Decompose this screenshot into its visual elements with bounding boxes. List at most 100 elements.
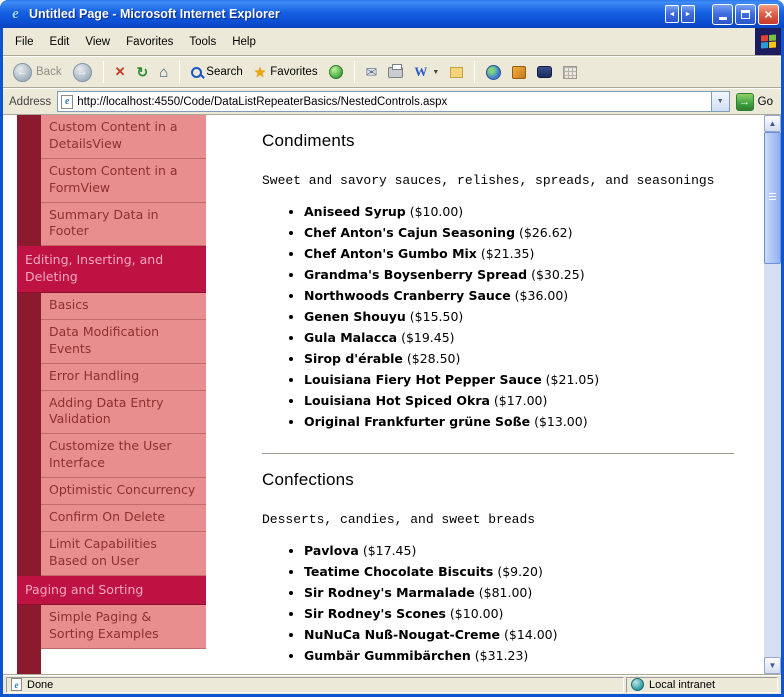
status-message-cell: e Done <box>6 676 624 693</box>
menu-help[interactable]: Help <box>224 32 264 52</box>
discuss-button[interactable] <box>446 65 467 80</box>
category-section: Condiments Sweet and savory sauces, reli… <box>262 115 734 429</box>
sidebar-item[interactable]: Adding Data Entry Validation <box>41 390 206 435</box>
print-button[interactable] <box>384 63 407 80</box>
refresh-button[interactable]: ↻ <box>132 62 152 83</box>
maximize-button[interactable] <box>735 3 756 25</box>
sidebar-item[interactable]: Basics <box>41 293 206 320</box>
product-name: Chef Anton's Gumbo Mix <box>304 246 477 261</box>
minimize-button[interactable] <box>712 3 733 25</box>
product-price: ($30.25) <box>527 267 585 282</box>
toolbar-separator <box>474 61 476 83</box>
sidebar-section-header[interactable]: Editing, Inserting, and Deleting <box>17 246 206 293</box>
product-price: ($21.35) <box>476 246 535 261</box>
stop-button[interactable]: ✕ <box>111 62 130 82</box>
category-title: Confections <box>262 470 354 489</box>
briefcase-button[interactable] <box>508 64 530 81</box>
category-description: Desserts, candies, and sweet breads <box>262 512 536 527</box>
grid-icon <box>563 65 578 79</box>
caption-arrow-right-button[interactable]: ► <box>681 5 695 23</box>
media-button[interactable] <box>325 63 347 81</box>
sidebar-item[interactable]: Customize the User Interface <box>41 434 206 478</box>
product-name: Aniseed Syrup <box>304 204 406 219</box>
edit-in-word-button[interactable]: W ▼ <box>410 62 443 82</box>
address-input[interactable] <box>77 92 707 111</box>
sidebar-item[interactable]: Data Modification Events <box>41 319 206 364</box>
forward-button[interactable]: → <box>69 61 96 84</box>
product-price: ($19.45) <box>397 330 455 345</box>
search-button[interactable]: Search <box>187 64 246 80</box>
close-button[interactable]: × <box>758 3 779 25</box>
grid-button[interactable] <box>559 64 581 81</box>
stop-icon: ✕ <box>114 64 126 79</box>
menu-favorites[interactable]: Favorites <box>118 32 181 52</box>
sidebar-item[interactable]: Simple Paging & Sorting Examples <box>41 605 206 650</box>
menu-file[interactable]: File <box>7 32 42 52</box>
sidebar-item[interactable]: Custom Content in a DetailsView <box>41 115 206 159</box>
forward-icon: → <box>72 62 92 82</box>
sidebar-nav: Custom Content in a DetailsView Custom Co… <box>17 115 206 674</box>
product-item: Louisiana Fiery Hot Pepper Sauce ($21.05… <box>304 372 734 387</box>
refresh-icon: ↻ <box>136 63 149 80</box>
menu-tools[interactable]: Tools <box>181 32 224 52</box>
sidebar-item[interactable]: Error Handling <box>41 363 206 391</box>
product-name: Chef Anton's Cajun Seasoning <box>304 225 516 240</box>
vertical-scrollbar[interactable]: ▲ ▼ <box>764 115 781 674</box>
go-label: Go <box>757 95 773 108</box>
product-item: Pavlova ($17.45) <box>304 543 734 558</box>
sidebar-item[interactable]: Summary Data in Footer <box>41 202 206 247</box>
toolbar-separator <box>353 61 355 83</box>
product-name: Grandma's Boysenberry Spread <box>304 267 528 282</box>
product-name: Teatime Chocolate Biscuits <box>304 564 494 579</box>
windows-flag-icon <box>760 34 776 49</box>
sidebar-item[interactable]: Confirm On Delete <box>41 504 206 532</box>
home-icon: ⌂ <box>159 63 169 81</box>
product-price: ($26.62) <box>515 225 573 240</box>
mail-button[interactable]: ✉ <box>362 62 382 83</box>
product-price: ($9.20) <box>493 564 543 579</box>
title-bar[interactable]: e Untitled Page - Microsoft Internet Exp… <box>0 0 784 28</box>
sidebar-item[interactable]: Optimistic Concurrency <box>41 478 206 505</box>
home-button[interactable]: ⌂ <box>155 62 172 83</box>
main-content: Condiments Sweet and savory sauces, reli… <box>262 115 734 669</box>
sidebar-item[interactable]: Custom Content in a FormView <box>41 158 206 203</box>
favorites-button[interactable]: ★ Favorites <box>250 62 322 83</box>
back-label: Back <box>36 66 62 78</box>
product-name: Louisiana Hot Spiced Okra <box>304 393 490 408</box>
research-button[interactable] <box>533 64 556 80</box>
product-name: Northwoods Cranberry Sauce <box>304 288 511 303</box>
back-icon: ← <box>13 62 32 82</box>
address-dropdown-button[interactable]: ▼ <box>710 92 729 111</box>
toolbar-separator <box>102 61 104 83</box>
scroll-up-button[interactable]: ▲ <box>764 115 781 132</box>
caption-arrow-left-button[interactable]: ◄ <box>665 5 679 23</box>
product-item: Original Frankfurter grüne Soße ($13.00) <box>304 414 734 429</box>
address-label: Address <box>9 95 52 108</box>
dropdown-arrow-icon: ▼ <box>432 68 440 76</box>
window-title: Untitled Page - Microsoft Internet Explo… <box>29 7 280 21</box>
status-page-icon: e <box>11 678 22 691</box>
product-item: Sir Rodney's Scones ($10.00) <box>304 606 734 621</box>
scroll-down-button[interactable]: ▼ <box>764 657 781 674</box>
address-bar: Address e ▼ → Go <box>3 88 781 115</box>
scrollbar-thumb[interactable] <box>764 132 781 264</box>
intranet-zone-icon <box>631 678 644 691</box>
sidebar-section-header[interactable]: Paging and Sorting <box>17 575 206 606</box>
go-arrow-icon: → <box>735 92 754 111</box>
product-item: Teatime Chocolate Biscuits ($9.20) <box>304 564 734 579</box>
back-button[interactable]: ← Back <box>9 61 66 84</box>
product-price: ($10.00) <box>405 204 464 219</box>
status-text: Done <box>27 678 54 691</box>
menu-view[interactable]: View <box>77 32 118 52</box>
product-item: Aniseed Syrup ($10.00) <box>304 204 734 219</box>
product-price: ($21.05) <box>541 372 600 387</box>
sidebar-item[interactable]: Limit Capabilities Based on User <box>41 531 206 576</box>
globe-button[interactable] <box>482 63 505 82</box>
caption-buttons: × <box>712 3 779 25</box>
go-button[interactable]: → Go <box>735 92 773 111</box>
product-price: ($36.00) <box>510 288 569 303</box>
product-price: ($17.00) <box>489 393 548 408</box>
sidebar-items: Custom Content in a DetailsView Custom Co… <box>17 115 206 650</box>
menu-edit[interactable]: Edit <box>42 32 78 52</box>
search-label: Search <box>206 66 243 78</box>
